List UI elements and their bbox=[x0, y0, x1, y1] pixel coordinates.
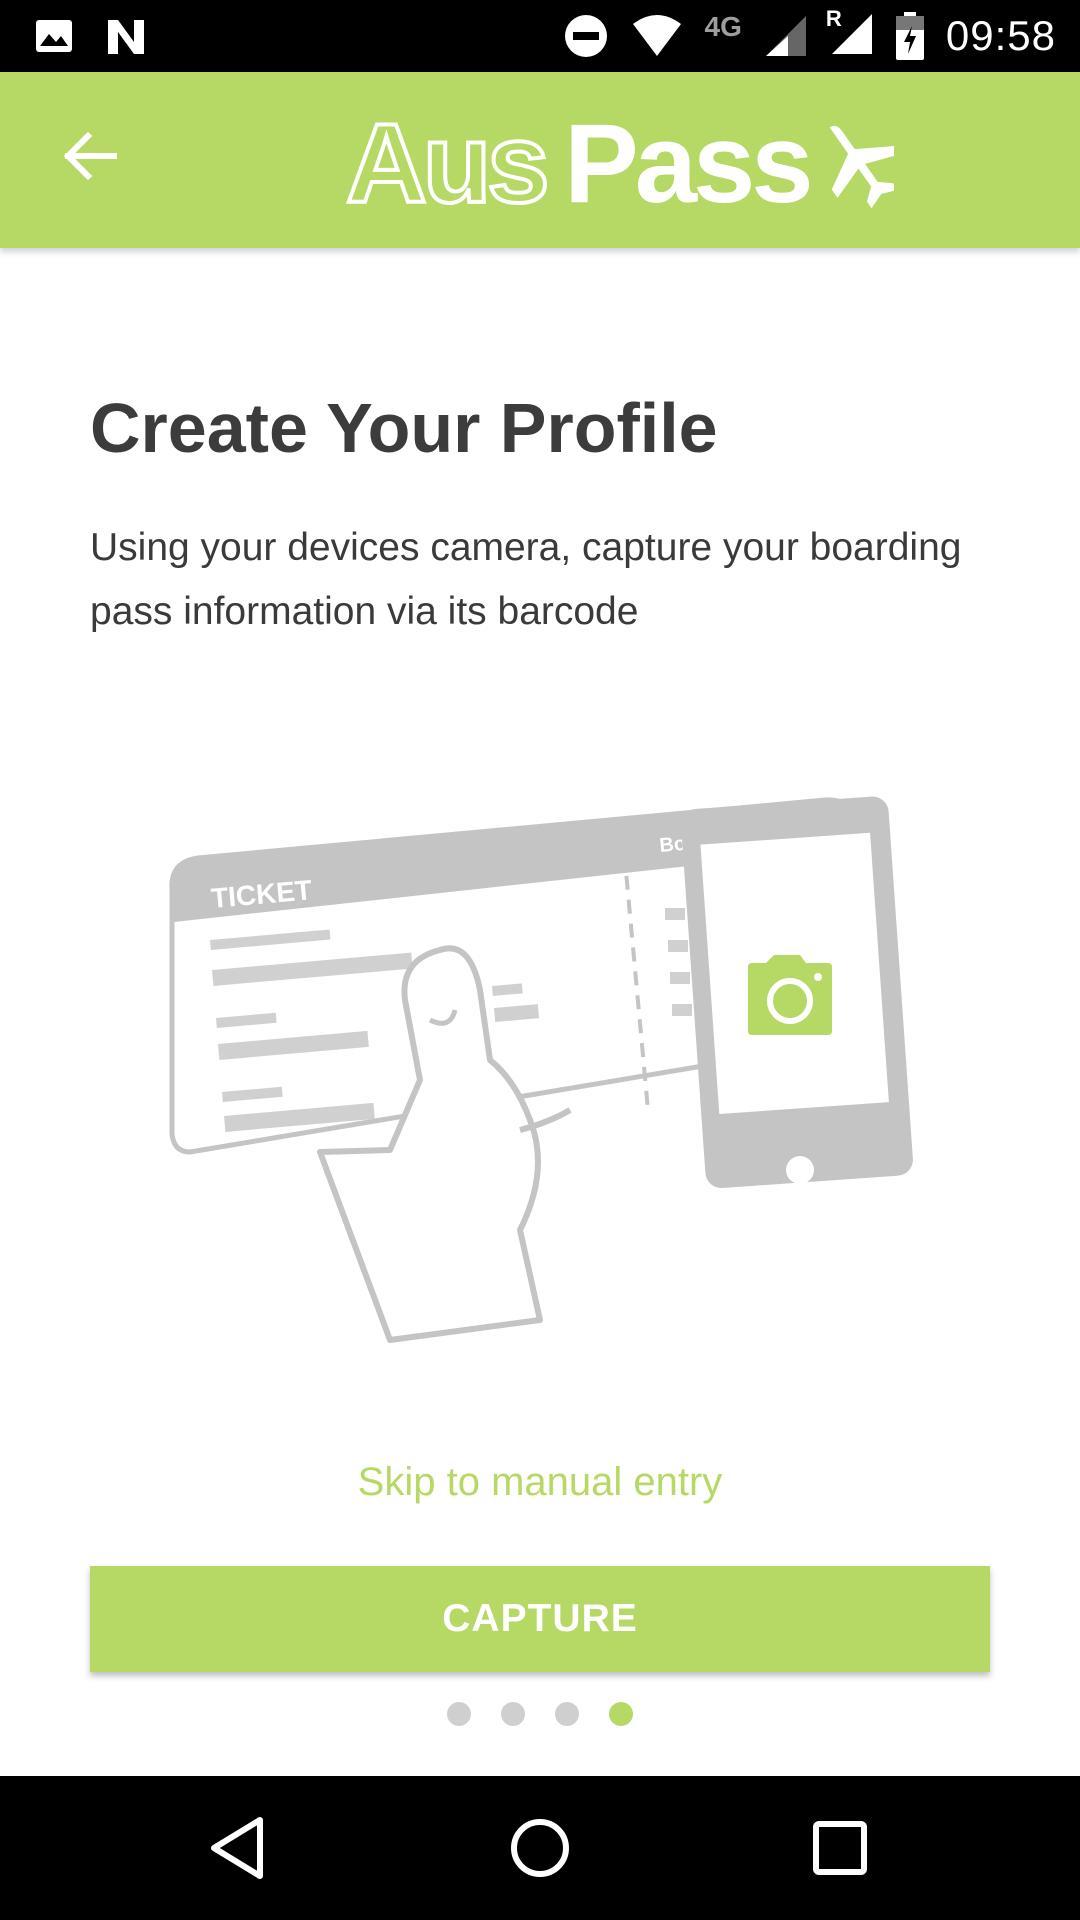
signal-icon bbox=[765, 16, 806, 56]
page-dot-2 bbox=[501, 1702, 525, 1726]
back-triangle-icon[interactable] bbox=[198, 1806, 282, 1890]
arrow-back-icon[interactable] bbox=[58, 124, 122, 188]
do-not-disturb-icon bbox=[564, 15, 607, 57]
page-title: Create Your Profile bbox=[90, 389, 718, 467]
system-nav-bar bbox=[0, 1776, 1080, 1920]
network-type: 4G bbox=[704, 11, 742, 42]
boarding-pass-illustration: TICKET Bo bbox=[169, 796, 913, 1343]
page-indicator bbox=[0, 1702, 1080, 1726]
image-icon bbox=[36, 20, 72, 52]
clock: 09:58 bbox=[945, 12, 1056, 59]
recents-square-icon[interactable] bbox=[798, 1806, 882, 1890]
auspass-logo: Aus Pass bbox=[346, 104, 894, 216]
home-circle-icon[interactable] bbox=[498, 1806, 582, 1890]
svg-text:Pass: Pass bbox=[564, 104, 810, 216]
app-bar: Aus Pass bbox=[0, 72, 1080, 248]
page-description: Using your devices camera, capture your … bbox=[90, 526, 962, 633]
page-dot-3 bbox=[555, 1702, 579, 1726]
airplane-icon bbox=[829, 125, 894, 209]
skip-to-manual-entry-link[interactable]: Skip to manual entry bbox=[0, 1460, 1080, 1505]
page-dot-1 bbox=[447, 1702, 471, 1726]
camera-icon bbox=[748, 955, 832, 1035]
svg-text:Aus: Aus bbox=[346, 104, 546, 216]
roaming-indicator: R bbox=[825, 5, 842, 31]
status-bar: 4G R 09:58 bbox=[0, 0, 1080, 72]
capture-button[interactable]: CAPTURE bbox=[90, 1566, 990, 1672]
page-dot-4-active bbox=[609, 1702, 633, 1726]
phone-graphic bbox=[681, 796, 913, 1188]
n-notification-icon bbox=[108, 20, 144, 54]
wifi-icon bbox=[632, 15, 681, 56]
battery-charging-icon bbox=[895, 12, 924, 60]
